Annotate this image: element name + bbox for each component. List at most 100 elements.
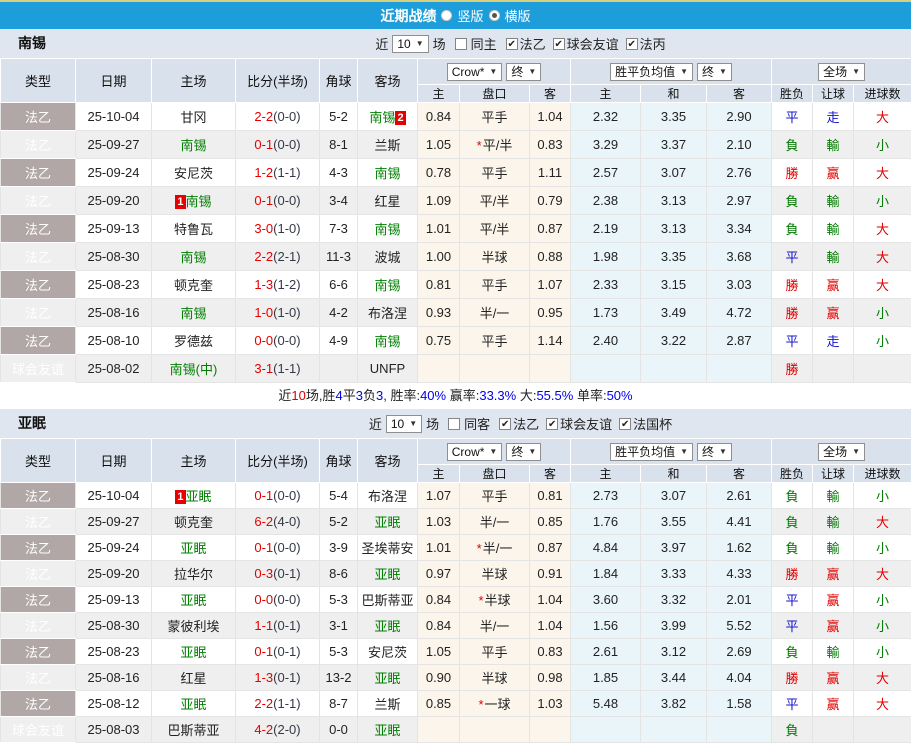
result-value: 勝	[785, 306, 799, 321]
odds-final-select[interactable]: 终 ▼	[506, 442, 542, 461]
col-score: 比分(半场)	[235, 438, 320, 483]
type-cell: 法乙	[0, 298, 76, 327]
handicap-result-cell: 輸	[812, 508, 855, 535]
handicap-line: 半/一	[479, 306, 510, 321]
team-name: 南锡	[180, 306, 207, 321]
type-cell: 法乙	[0, 186, 76, 215]
handicap-line: 平手	[481, 166, 508, 181]
type-cell: 法乙	[0, 102, 76, 131]
result-cell: 勝	[771, 560, 814, 587]
avg-draw-cell: 3.33	[640, 560, 707, 587]
type-cell: 法乙	[0, 690, 76, 717]
avg-home-cell: 2.33	[570, 270, 641, 299]
league-checkbox[interactable]: ✔	[499, 417, 512, 430]
score-cell: 0-0(0-0)	[235, 586, 320, 613]
handicap-result-cell: 輸	[812, 534, 855, 561]
home-odds-cell: 0.78	[417, 158, 460, 187]
date-cell: 25-10-04	[75, 102, 152, 131]
same-venue-label: 同主	[470, 37, 497, 52]
handicap-line-cell	[459, 354, 530, 383]
team-name: 圣埃蒂安	[361, 541, 414, 556]
score-cell: 4-2(2-0)	[235, 716, 320, 743]
handicap-line: 半/一	[482, 541, 513, 556]
match-row: 法乙 25-10-04 1 亚眠 0-1(0-0) 5-4 布洛涅 1.07 平手 0.81 2.7…	[0, 482, 911, 509]
col-away: 客场	[357, 58, 418, 103]
summary-text: 50%	[606, 388, 633, 403]
chevron-down-icon: ▼	[415, 39, 424, 48]
league-checkbox[interactable]: ✔	[552, 37, 565, 50]
league-checkbox[interactable]: ✔	[505, 37, 518, 50]
league-checkbox[interactable]: ✔	[625, 37, 638, 50]
team-name: 南锡	[180, 250, 207, 265]
odds-company-select[interactable]: Crow* ▼	[446, 62, 503, 81]
col-home: 主场	[151, 438, 236, 483]
handicap-line-cell: 平手	[459, 102, 530, 131]
odds-company-select[interactable]: Crow* ▼	[446, 442, 503, 461]
away-team-cell: 兰斯	[357, 130, 418, 159]
section-header-bar: 南锡 近 10 ▼ 场 同主 ✔ 法乙 ✔ 球会友谊 ✔ 法丙	[0, 29, 911, 58]
goals-result-cell: 大	[853, 664, 911, 691]
avg-away-cell: 2.87	[705, 326, 773, 355]
avg-away-cell: 2.10	[705, 130, 773, 159]
corner-cell: 13-2	[319, 664, 358, 691]
full-time-score: 6-2	[254, 514, 274, 529]
avg-final-select[interactable]: 终 ▼	[697, 62, 732, 81]
match-count-select[interactable]: 10 ▼	[392, 34, 429, 53]
full-time-score: 3-0	[254, 221, 274, 236]
score-cell: 0-1(0-0)	[235, 186, 320, 215]
avg-draw-cell: 3.97	[640, 534, 707, 561]
away-odds-cell: 0.83	[529, 130, 571, 159]
type-cell: 法乙	[0, 242, 76, 271]
avg-select[interactable]: 胜平负均值 ▼	[610, 442, 693, 461]
scope-select[interactable]: 全场 ▼	[818, 442, 865, 461]
away-team-cell: 南锡	[357, 158, 418, 187]
handicap-line-cell: *半球	[459, 586, 530, 613]
away-team-cell: 兰斯	[357, 690, 418, 717]
home-team-cell: 红星	[151, 664, 236, 691]
summary-text: 40%	[420, 388, 447, 403]
result-cell: 平	[771, 586, 814, 613]
result-value: 平	[785, 334, 799, 349]
handicap-result-cell: 走	[812, 326, 855, 355]
same-venue-checkbox[interactable]	[448, 417, 461, 430]
filter-controls: 近 10 ▼ 场 同客 ✔ 法乙 ✔ 球会友谊 ✔ 法国杯	[130, 409, 911, 438]
team-name: 亚眠	[180, 593, 207, 608]
league-checkbox-label: 球会友谊	[566, 37, 619, 52]
home-odds-cell: 1.01	[417, 534, 460, 561]
avg-select[interactable]: 胜平负均值 ▼	[610, 62, 693, 81]
home-team-cell: 1 亚眠	[151, 482, 236, 509]
handicap-result-cell: 赢	[812, 586, 855, 613]
league-checkbox[interactable]: ✔	[619, 417, 632, 430]
full-time-score: 1-3	[254, 670, 274, 685]
home-team-cell: 南锡	[151, 242, 236, 271]
handicap-result-cell: 赢	[812, 298, 855, 327]
result-value: 勝	[785, 362, 799, 377]
home-team-cell: 顿克奎	[151, 270, 236, 299]
score-cell: 2-2(2-1)	[235, 242, 320, 271]
same-venue-checkbox[interactable]	[454, 37, 467, 50]
away-odds-cell: 1.11	[529, 158, 571, 187]
vertical-radio[interactable]	[441, 10, 453, 21]
league-checkboxes: ✔ 法乙 ✔ 球会友谊 ✔ 法国杯	[494, 414, 672, 433]
handicap-result-cell	[812, 354, 855, 383]
team-name: 兰斯	[374, 138, 401, 153]
home-odds-cell: 1.05	[417, 130, 460, 159]
half-time-score: (0-0)	[273, 137, 301, 152]
match-count-select[interactable]: 10 ▼	[385, 414, 423, 433]
full-time-score: 2-2	[254, 696, 274, 711]
league-checkbox[interactable]: ✔	[546, 417, 559, 430]
scope-select[interactable]: 全场 ▼	[818, 62, 865, 81]
away-odds-cell: 0.91	[529, 560, 571, 587]
avg-final-select[interactable]: 终 ▼	[697, 442, 732, 461]
odds-final-select[interactable]: 终 ▼	[506, 62, 542, 81]
corner-cell: 6-6	[319, 270, 358, 299]
col-odds-away: 客	[529, 84, 571, 103]
away-team-cell: 亚眠	[357, 560, 418, 587]
result-cell: 勝	[771, 158, 814, 187]
result-value: 負	[785, 515, 799, 530]
result-cell: 平	[771, 690, 814, 717]
horizontal-radio[interactable]	[488, 10, 500, 21]
col-score: 比分(半场)	[235, 58, 320, 103]
match-rows: 法乙 25-10-04 1 亚眠 0-1(0-0) 5-4 布洛涅 1.07 平手 0.81 2.7…	[0, 482, 911, 743]
type-cell: 球会友谊	[0, 716, 76, 743]
